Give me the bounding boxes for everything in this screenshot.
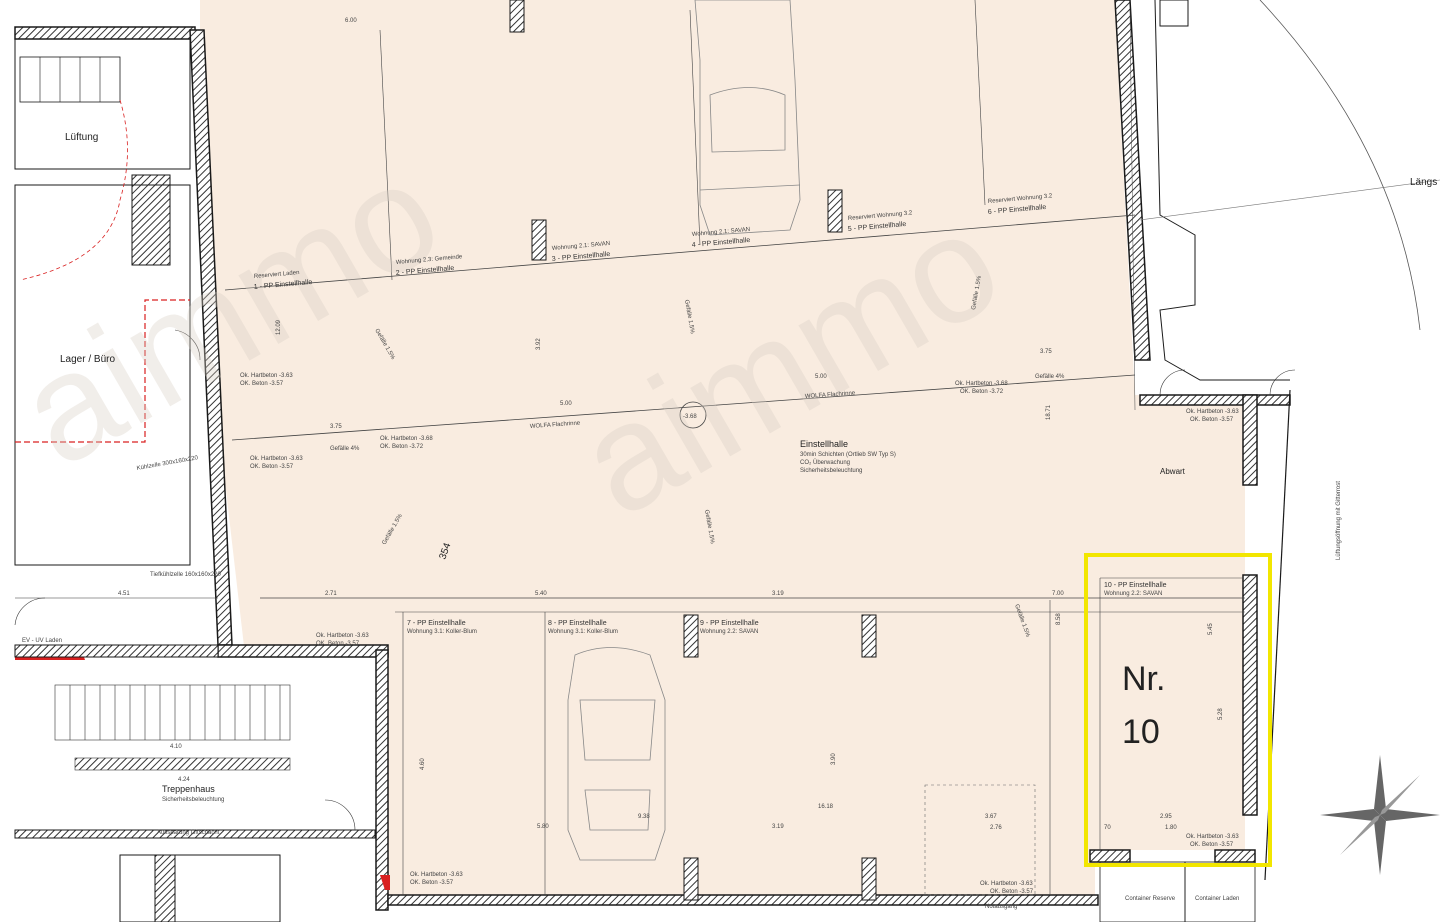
lift-wall — [154, 854, 176, 922]
floor-note-beton-9: OK. Beton -3.57 — [990, 889, 1034, 895]
einstellhalle-sub2: CO₂ Überwachung — [800, 459, 850, 466]
dim-1618: 16.18 — [818, 804, 834, 810]
label-notausgang: Notausgang — [985, 904, 1017, 910]
dim-858: 8.58 — [1056, 613, 1062, 625]
dim-500a: 5.00 — [560, 401, 572, 407]
pp9-owner: Wohnung 2.2: SAVAN — [700, 629, 758, 635]
pillar-bottom-2 — [861, 614, 877, 658]
room-label-abwart: Abwart — [1160, 467, 1186, 476]
room-label-lager: Lager / Büro — [60, 354, 115, 365]
pp7-owner: Wohnung 3.1: Koller-Blum — [407, 629, 477, 635]
wall-bottom-right-b — [1214, 849, 1256, 863]
floor-note-hartbeton-4: Ok. Hartbeton -3.63 — [250, 456, 303, 462]
dim-528: 5.28 — [1218, 708, 1224, 720]
dim-424: 4.24 — [178, 777, 190, 783]
floor-note-beton-7: OK. Beton -3.57 — [1190, 842, 1234, 848]
floor-note-hartbeton-5: Ok. Hartbeton -3.63 — [316, 633, 369, 639]
dim-580: 5.80 — [537, 824, 549, 830]
einstellhalle-sub3: Sicherheitsbeleuchtung — [800, 468, 862, 474]
floor-note-beton-5: OK. Beton -3.57 — [316, 641, 360, 647]
wall-stair-right — [375, 649, 389, 911]
dim-375a: 3.75 — [330, 424, 342, 430]
dim-1871: 18.71 — [1046, 404, 1052, 420]
floor-note-beton-6: OK. Beton -3.57 — [1190, 417, 1234, 423]
dim-540: 5.40 — [535, 591, 547, 597]
floor-note-beton-3: OK. Beton -3.57 — [240, 381, 284, 387]
wall-stair-top — [217, 644, 389, 658]
dim-70: 70 — [1104, 825, 1111, 831]
floor-note-hartbeton-9: Ok. Hartbeton -3.63 — [980, 881, 1033, 887]
pillar-top-2 — [531, 219, 547, 261]
label-laengs: Längs — [1410, 177, 1437, 188]
pp8-owner: Wohnung 3.1: Koller-Blum — [548, 629, 618, 635]
dim-410: 4.10 — [170, 744, 182, 750]
dim-460: 4.60 — [420, 758, 426, 770]
floor-note-beton-1: OK. Beton -3.72 — [380, 444, 424, 450]
pillar-bottom-3 — [683, 857, 699, 901]
pp10-owner: Wohnung 2.2: SAVAN — [1104, 591, 1162, 597]
floor-note-hartbeton-3: Ok. Hartbeton -3.63 — [240, 373, 293, 379]
drain-point-label: -3.68 — [683, 414, 697, 420]
dim-319a: 3.19 — [772, 591, 784, 597]
pp7-title: 7 - PP Einstellhalle — [407, 620, 466, 627]
dim-700: 7.00 — [1052, 591, 1064, 597]
dim-600: 6.00 — [345, 18, 357, 24]
pillar-top-1 — [509, 0, 525, 33]
floor-note-hartbeton-2: Ok. Hartbeton -3.68 — [955, 381, 1008, 387]
highlight-label-number: 10 — [1122, 713, 1160, 751]
slope-4-2: Gefälle 4% — [1035, 374, 1065, 380]
wall-top-left — [14, 26, 196, 40]
room-label-treppenhaus: Treppenhaus — [162, 784, 215, 794]
label-tiefkuehl: Tiefkühlzelle 160x160x220 — [150, 572, 221, 578]
floor-note-beton-8: OK. Beton -3.57 — [410, 880, 454, 886]
floor-note-beton-2: OK. Beton -3.72 — [960, 389, 1004, 395]
pp9-title: 9 - PP Einstellhalle — [700, 620, 759, 627]
wall-right-lower-a — [1242, 394, 1258, 486]
treppenhaus-sub: Sicherheitsbeleuchtung — [162, 797, 224, 803]
floor-plan: aimmo aimmo Lüftung Lager / Büro Einstel… — [0, 0, 1440, 922]
pp10-title: 10 - PP Einstellhalle — [1104, 582, 1167, 589]
wall-ev — [14, 644, 219, 658]
dim-271: 2.71 — [325, 591, 337, 597]
dim-392: 3.92 — [536, 338, 542, 350]
einstellhalle-sub1: 30min Schichten (Ortlieb SW Typ S) — [800, 452, 896, 458]
shaft-left — [131, 174, 171, 266]
label-lueftungsoeffnung: Lüftungsöffnung mit Gitterrost — [1336, 481, 1342, 560]
pp8-title: 8 - PP Einstellhalle — [548, 620, 607, 627]
dim-295: 2.95 — [1160, 814, 1172, 820]
dim-938: 9.38 — [638, 814, 650, 820]
wall-bottom-right-a — [1089, 849, 1131, 863]
label-container-reserve: Container Reserve — [1125, 896, 1176, 902]
pillar-top-3 — [827, 189, 843, 233]
slope-4-1: Gefälle 4% — [330, 446, 360, 452]
label-ev: EV - UV Laden — [22, 638, 62, 644]
dim-367: 3.67 — [985, 814, 997, 820]
label-aussparung: Aussparung Liftschacht — [157, 830, 220, 836]
dim-180: 1.80 — [1165, 825, 1177, 831]
floor-note-hartbeton-7: Ok. Hartbeton -3.63 — [1186, 834, 1239, 840]
dim-375b: 3.75 — [1040, 349, 1052, 355]
floor-note-hartbeton-1: Ok. Hartbeton -3.68 — [380, 436, 433, 442]
wall-right-lower-b — [1242, 574, 1258, 816]
dim-545: 5.45 — [1208, 623, 1214, 635]
wall-right-corner — [1139, 394, 1291, 406]
pillar-bottom-4 — [861, 857, 877, 901]
floor-note-hartbeton-6: Ok. Hartbeton -3.63 — [1186, 409, 1239, 415]
dim-500b: 5.00 — [815, 374, 827, 380]
floor-note-beton-4: OK. Beton -3.57 — [250, 464, 294, 470]
dim-1209: 12.09 — [276, 319, 282, 335]
floor-note-hartbeton-8: Ok. Hartbeton -3.63 — [410, 872, 463, 878]
room-label-lueftung: Lüftung — [65, 132, 98, 143]
pillar-bottom-1 — [683, 614, 699, 658]
room-label-einstellhalle: Einstellhalle — [800, 439, 848, 449]
dim-451: 4.51 — [118, 591, 130, 597]
label-container-laden: Container Laden — [1195, 896, 1239, 902]
dim-390: 3.90 — [831, 753, 837, 765]
einstellhalle-top-strip — [200, 0, 1115, 40]
highlight-label-nr: Nr. — [1122, 660, 1165, 698]
dim-319b: 3.19 — [772, 824, 784, 830]
dim-276: 2.76 — [990, 825, 1002, 831]
